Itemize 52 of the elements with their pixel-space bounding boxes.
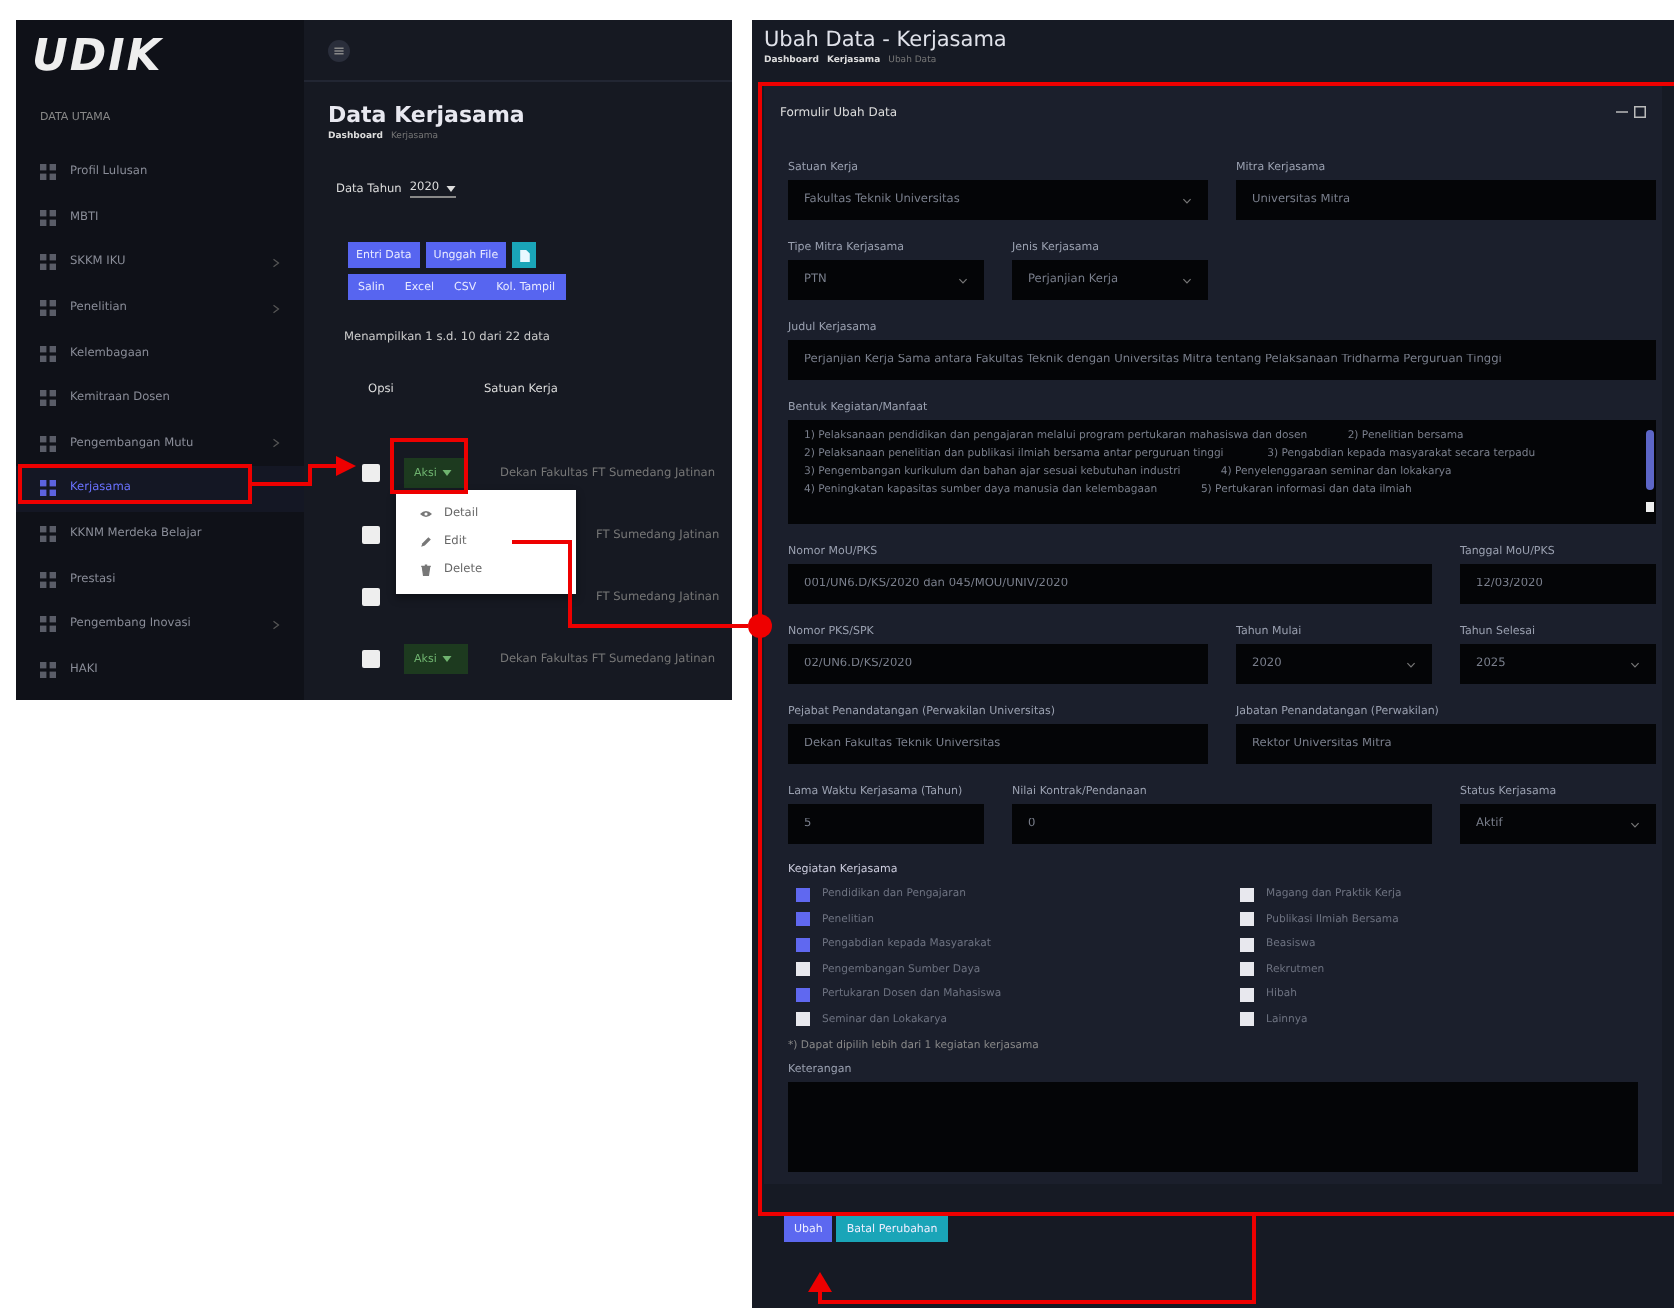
scrollbar-drawing xyxy=(1646,428,1654,518)
logo: UDIK xyxy=(30,32,165,84)
chevron-icon xyxy=(1182,277,1192,283)
chevron-icon xyxy=(958,277,968,283)
checkbox[interactable] xyxy=(1240,912,1254,927)
file-icon xyxy=(519,249,530,261)
grid-icon xyxy=(40,480,56,497)
grid-icon xyxy=(40,526,56,543)
caret-icon xyxy=(442,656,453,662)
chevron-icon xyxy=(1406,661,1416,667)
checkbox[interactable] xyxy=(796,937,810,952)
checkbox[interactable] xyxy=(796,987,810,1002)
chevron-icon xyxy=(1630,661,1640,667)
grid-icon xyxy=(40,616,56,633)
grid-icon xyxy=(40,345,56,362)
pencil-icon xyxy=(420,536,432,548)
page-title: Data Kerjasama xyxy=(328,102,525,128)
chevron-icon xyxy=(1182,197,1192,203)
file-button[interactable] xyxy=(512,242,537,268)
row-checkbox[interactable] xyxy=(362,464,380,482)
trash-icon xyxy=(420,564,432,576)
checkbox[interactable] xyxy=(796,887,810,902)
checkbox[interactable] xyxy=(1240,1012,1254,1027)
arrow-connector xyxy=(250,456,356,486)
expand-icon[interactable] xyxy=(1634,106,1646,118)
checkbox[interactable] xyxy=(796,912,810,927)
checkbox[interactable] xyxy=(796,1012,810,1027)
grid-icon xyxy=(40,390,56,407)
grid-icon xyxy=(40,254,56,271)
checkbox[interactable] xyxy=(1240,887,1254,902)
grid-icon xyxy=(40,209,56,226)
grid-icon xyxy=(40,571,56,588)
page-title: Ubah Data - Kerjasama xyxy=(764,28,1009,52)
row-checkbox[interactable] xyxy=(362,588,380,606)
grid-icon xyxy=(40,661,56,678)
chevron-icon xyxy=(1630,821,1640,827)
grid-icon xyxy=(40,164,56,181)
highlight-frame xyxy=(390,438,468,494)
checkbox[interactable] xyxy=(1240,987,1254,1002)
menu-icon[interactable] xyxy=(328,39,350,61)
textarea-field[interactable] xyxy=(788,1082,1638,1172)
minimize-icon[interactable] xyxy=(1616,106,1628,118)
row-checkbox[interactable] xyxy=(362,526,380,544)
grid-icon xyxy=(40,435,56,452)
caret-icon xyxy=(445,185,456,191)
grid-icon xyxy=(40,300,56,317)
checkbox[interactable] xyxy=(1240,937,1254,952)
row-checkbox[interactable] xyxy=(362,650,380,668)
caret-icon xyxy=(442,470,453,476)
eye-icon xyxy=(420,508,432,520)
checkbox[interactable] xyxy=(1240,962,1254,977)
checkbox[interactable] xyxy=(796,962,810,977)
